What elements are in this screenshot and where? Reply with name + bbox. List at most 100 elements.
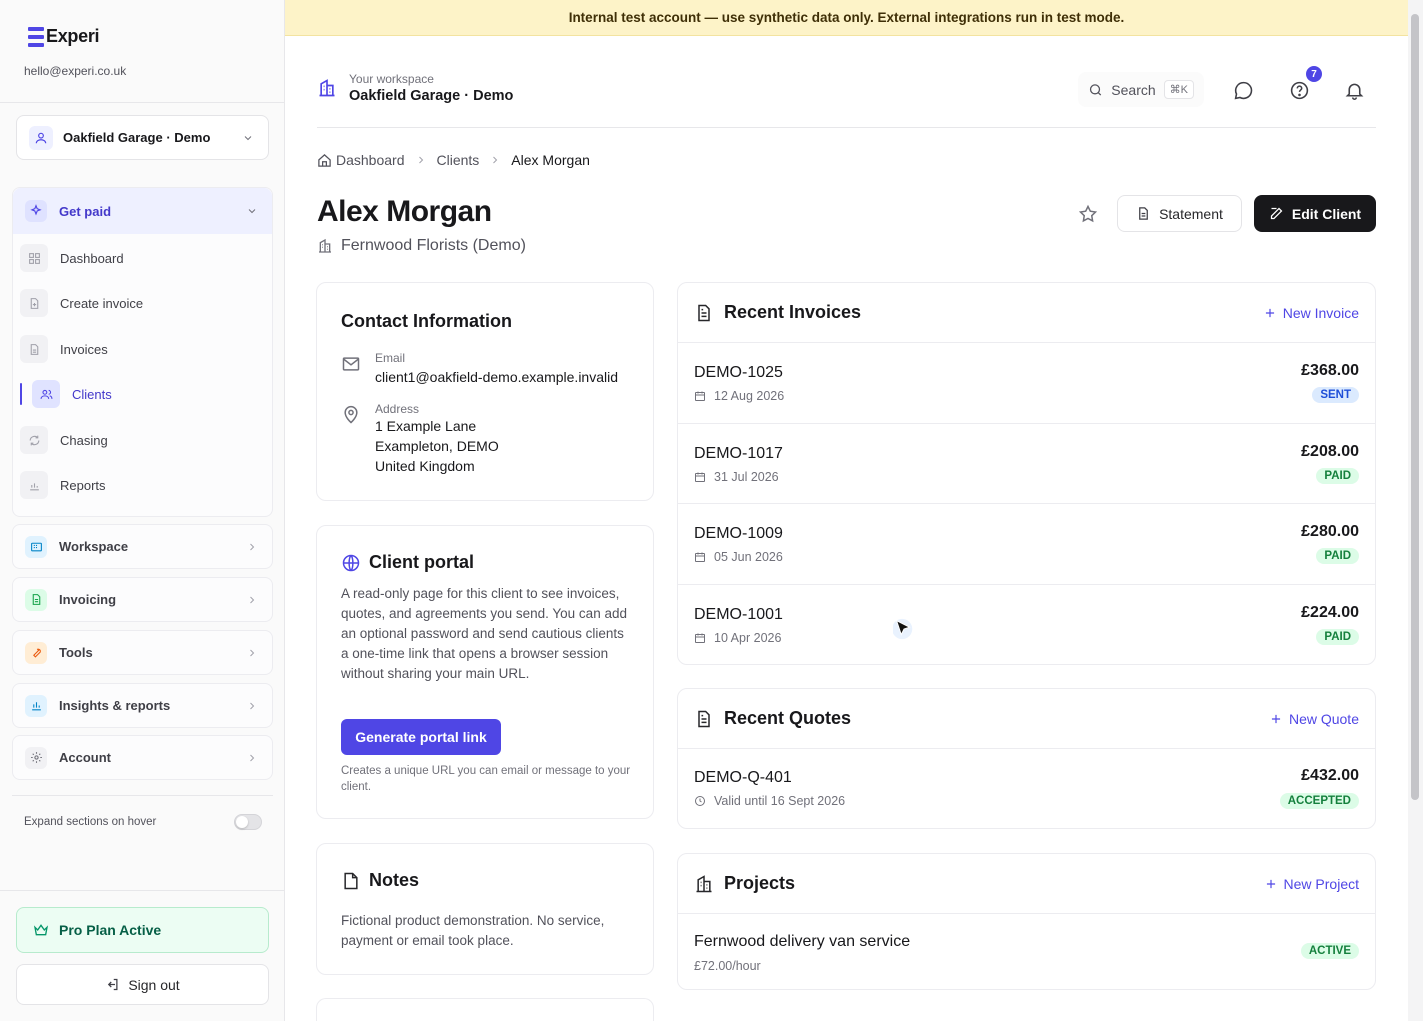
note-icon	[344, 872, 358, 889]
project-name: Fernwood delivery van service	[694, 933, 911, 950]
nav-group-label: Invoicing	[59, 592, 117, 607]
help-badge: 7	[1306, 66, 1322, 82]
sidebar-item-chasing[interactable]: Chasing	[20, 422, 250, 458]
new-quote-button[interactable]: New Quote	[1269, 711, 1359, 727]
sparkle-icon	[25, 200, 47, 222]
workspace-header: Your workspace Oakfield Garage · Demo	[317, 72, 513, 104]
search-button[interactable]: Search ⌘K	[1078, 72, 1204, 107]
nav-group-get-paid-header[interactable]: Get paid	[13, 188, 272, 234]
sidebar-item-label: Create invoice	[60, 295, 144, 311]
edit-client-button[interactable]: Edit Client	[1254, 195, 1376, 232]
active-indicator	[20, 383, 22, 405]
new-invoice-button[interactable]: New Invoice	[1263, 305, 1359, 321]
notes-title: Notes	[369, 870, 420, 890]
invoice-row[interactable]: DEMO-1017 31 Jul 2026 £208.00 PAID	[678, 424, 1375, 504]
plan-status-label: Pro Plan Active	[59, 922, 162, 938]
statement-button[interactable]: Statement	[1117, 195, 1242, 232]
project-rate: £72.00/hour	[694, 959, 761, 973]
experi-logo-icon	[28, 26, 44, 47]
status-badge: SENT	[1312, 387, 1359, 403]
banner-text: Internal test account — use synthetic da…	[568, 10, 1125, 25]
plan-status[interactable]: Pro Plan Active	[16, 907, 269, 953]
sidebar-item-label: Reports	[60, 477, 106, 493]
invoice-row[interactable]: DEMO-1001 10 Apr 2026 £224.00 PAID	[678, 585, 1375, 666]
nav-group-insights[interactable]: Insights & reports	[12, 683, 273, 728]
invoice-amount: £224.00	[1301, 603, 1359, 621]
nav-group-label: Get paid	[59, 203, 112, 219]
invoice-row[interactable]: DEMO-1025 12 Aug 2026 £368.00 SENT	[678, 343, 1375, 424]
chevron-right-icon	[244, 539, 260, 555]
refresh-icon	[20, 426, 48, 454]
invoice-date: 12 Aug 2026	[694, 389, 784, 403]
breadcrumb-dashboard[interactable]: Dashboard	[336, 152, 405, 168]
project-row[interactable]: Fernwood delivery van service £72.00/hou…	[678, 914, 1375, 990]
bell-icon[interactable]	[1342, 78, 1366, 102]
quote-row[interactable]: DEMO-Q-401 Valid until 16 Sept 2026 £432…	[678, 749, 1375, 830]
sidebar-item-create-invoice[interactable]: Create invoice	[20, 285, 250, 321]
logout-icon	[108, 978, 118, 991]
nav-group-tools[interactable]: Tools	[12, 630, 273, 675]
expand-on-hover-label: Expand sections on hover	[24, 816, 157, 828]
scrollbar-thumb[interactable]	[1411, 14, 1419, 800]
status-badge: PAID	[1316, 548, 1359, 564]
breadcrumb-clients[interactable]: Clients	[437, 152, 480, 168]
nav-group-account[interactable]: Account	[12, 735, 273, 780]
chevron-right-icon	[244, 750, 260, 766]
invoice-row[interactable]: DEMO-1009 05 Jun 2026 £280.00 PAID	[678, 504, 1375, 585]
email-label: Email	[375, 351, 406, 365]
invoice-id: DEMO-1001	[694, 605, 783, 623]
search-label: Search	[1111, 81, 1156, 98]
generate-portal-link-button[interactable]: Generate portal link	[341, 719, 501, 755]
expand-on-hover-toggle[interactable]	[234, 814, 262, 830]
sidebar-item-label: Invoices	[60, 341, 108, 357]
address-label: Address	[375, 402, 420, 416]
clock-icon	[695, 796, 705, 806]
nav-group-invoicing[interactable]: Invoicing	[12, 577, 273, 622]
user-icon	[29, 125, 53, 150]
file-plus-icon	[20, 289, 48, 317]
sign-out-label: Sign out	[128, 976, 180, 993]
invoice-date: 05 Jun 2026	[694, 550, 783, 564]
sign-out-button[interactable]: Sign out	[16, 964, 269, 1005]
home-icon	[318, 153, 331, 167]
invoice-amount: £208.00	[1301, 442, 1359, 460]
chat-icon[interactable]	[1231, 78, 1255, 102]
brand-logo[interactable]: Experi	[28, 26, 100, 47]
search-icon	[1089, 83, 1102, 96]
sidebar-item-reports[interactable]: Reports	[20, 467, 250, 503]
invoice-id: DEMO-1025	[694, 364, 783, 381]
nav-group-label: Insights & reports	[59, 698, 171, 713]
sidebar-item-invoices[interactable]: Invoices	[20, 331, 250, 367]
chart-icon	[25, 694, 47, 717]
chevron-right-icon	[244, 645, 260, 661]
sidebar-item-clients[interactable]: Clients	[32, 376, 250, 412]
chevron-right-icon	[493, 156, 498, 164]
status-badge: PAID	[1316, 628, 1359, 645]
plus-icon	[1266, 879, 1275, 888]
nav-group-label: Tools	[59, 645, 93, 660]
crown-icon	[33, 924, 49, 936]
workspace-select[interactable]: Oakfield Garage · Demo	[16, 115, 269, 160]
new-invoice-label: New Invoice	[1282, 304, 1359, 321]
quote-amount: £432.00	[1301, 767, 1359, 784]
favorite-star-icon[interactable]	[1075, 201, 1101, 227]
notes-header: Notes	[341, 870, 419, 891]
sidebar-item-dashboard[interactable]: Dashboard	[20, 240, 250, 276]
brand-name: Experi	[46, 26, 100, 46]
client-company-name: Fernwood Florists (Demo)	[341, 237, 526, 254]
invoice-date-text: 12 Aug 2026	[714, 389, 785, 403]
help-icon[interactable]	[1287, 78, 1311, 102]
invoice-date: 31 Jul 2026	[694, 470, 779, 484]
client-email[interactable]: client1@oakfield-demo.example.invalid	[375, 367, 618, 387]
client-company: Fernwood Florists (Demo)	[317, 237, 526, 255]
calendar-icon	[695, 472, 705, 482]
statement-button-label: Statement	[1159, 205, 1223, 222]
nav-group-workspace[interactable]: Workspace	[12, 524, 273, 569]
header-divider	[317, 127, 1376, 128]
gear-icon	[25, 746, 47, 769]
mail-icon	[342, 357, 360, 371]
new-project-button[interactable]: New Project	[1264, 876, 1359, 892]
plus-icon	[1265, 308, 1274, 317]
building-icon	[319, 238, 331, 253]
calendar-icon	[695, 552, 705, 562]
